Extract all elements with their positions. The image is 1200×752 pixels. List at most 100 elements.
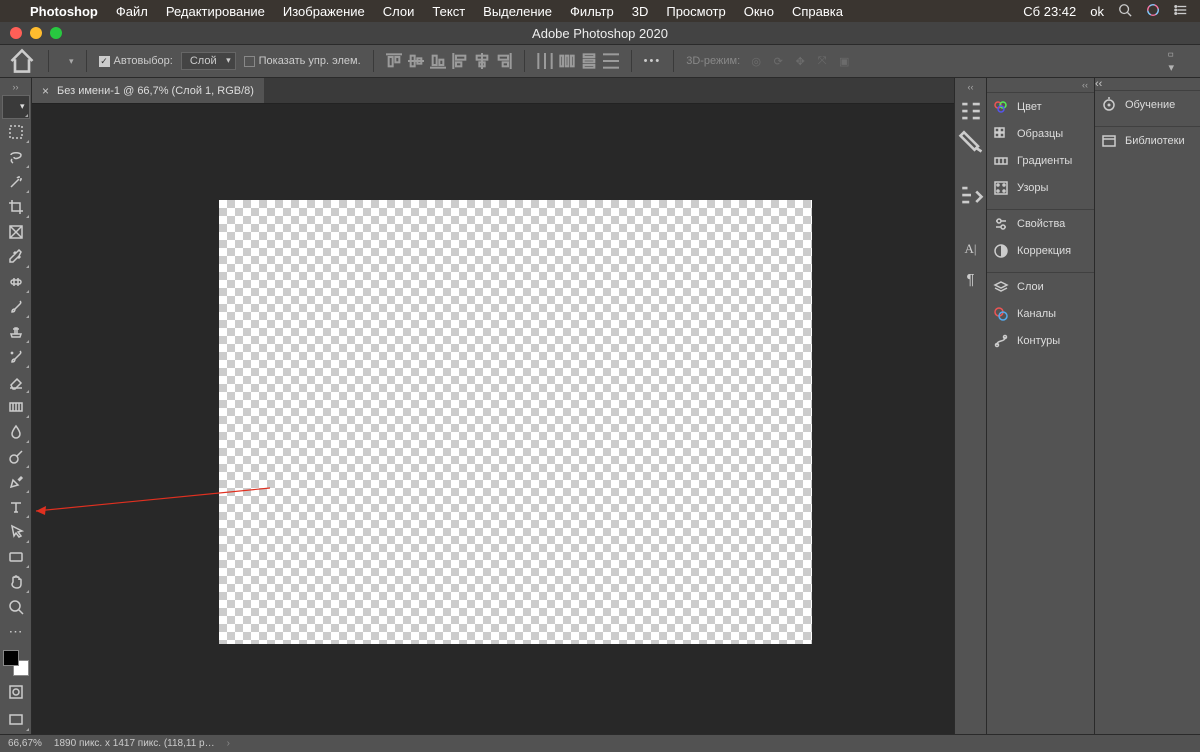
right-dock-strip-1: ‹‹ A| ¶ xyxy=(954,78,986,734)
paragraph-icon[interactable]: ¶ xyxy=(957,266,985,292)
panel-libraries[interactable]: Библиотеки xyxy=(1095,127,1200,154)
dock-collapse-button[interactable]: ‹‹ xyxy=(968,82,974,96)
path-selection-tool[interactable] xyxy=(2,520,30,544)
panel-channels[interactable]: Каналы xyxy=(987,300,1094,327)
menu-help[interactable]: Справка xyxy=(792,4,843,19)
gradient-tool[interactable] xyxy=(2,395,30,419)
align-top-icon xyxy=(386,53,402,69)
dist-h-icon xyxy=(537,53,553,69)
tools-expand-button[interactable]: ›› xyxy=(13,82,19,94)
document-tab[interactable]: × Без имени-1 @ 66,7% (Слой 1, RGB/8) xyxy=(32,78,264,103)
crop-tool[interactable] xyxy=(2,195,30,219)
menu-filter[interactable]: Фильтр xyxy=(570,4,614,19)
panel-patterns[interactable]: Узоры xyxy=(987,174,1094,201)
spotlight-icon[interactable] xyxy=(1118,3,1132,20)
menu-edit[interactable]: Редактирование xyxy=(166,4,265,19)
healing-brush-tool[interactable] xyxy=(2,270,30,294)
marquee-tool[interactable] xyxy=(2,120,30,144)
menu-select[interactable]: Выделение xyxy=(483,4,552,19)
align-hcenter-icon xyxy=(474,53,490,69)
autoselect-target-select[interactable]: Слой xyxy=(181,52,236,70)
menu-text[interactable]: Текст xyxy=(432,4,465,19)
autoselect-checkbox[interactable]: ✓Автовыбор: xyxy=(99,55,173,67)
document-area: × Без имени-1 @ 66,7% (Слой 1, RGB/8) xyxy=(32,78,954,734)
3d-mode-group[interactable]: ◎ ⟳ ✥ ⤧ ▣ xyxy=(748,53,852,69)
panel-swatches[interactable]: Образцы xyxy=(987,120,1094,147)
type-tool[interactable] xyxy=(2,495,30,519)
canvas-viewport[interactable] xyxy=(32,104,954,734)
history-icon[interactable] xyxy=(957,182,985,208)
siri-icon[interactable] xyxy=(1146,3,1160,20)
screen-mode-icon[interactable]: ▾ xyxy=(1168,49,1174,74)
menu-image[interactable]: Изображение xyxy=(283,4,365,19)
brush-tool[interactable] xyxy=(2,295,30,319)
more-align-icon[interactable]: ••• xyxy=(644,55,662,67)
menu-layers[interactable]: Слои xyxy=(383,4,415,19)
3d-slide-icon: ⤧ xyxy=(814,53,830,69)
document-tab-label: Без имени-1 @ 66,7% (Слой 1, RGB/8) xyxy=(57,85,254,97)
zoom-tool[interactable] xyxy=(2,595,30,619)
align-left-icon xyxy=(452,53,468,69)
quick-mask-button[interactable] xyxy=(2,680,30,704)
move-tool[interactable] xyxy=(2,95,30,119)
tools-panel: ›› ⋯ xyxy=(0,78,32,734)
window-titlebar: Adobe Photoshop 2020 xyxy=(0,22,1200,44)
dodge-tool[interactable] xyxy=(2,445,30,469)
3d-roll-icon: ⟳ xyxy=(770,53,786,69)
close-tab-button[interactable]: × xyxy=(42,84,49,98)
panel-adjustments[interactable]: Коррекция xyxy=(987,237,1094,264)
hand-tool[interactable] xyxy=(2,570,30,594)
panels2-collapse-button[interactable]: ‹‹ xyxy=(1095,78,1200,90)
panel-paths[interactable]: Контуры xyxy=(987,327,1094,354)
status-more-button[interactable]: › xyxy=(227,738,230,749)
panel-color[interactable]: Цвет xyxy=(987,93,1094,120)
menu-window[interactable]: Окно xyxy=(744,4,774,19)
3d-orbit-icon: ◎ xyxy=(748,53,764,69)
blur-tool[interactable] xyxy=(2,420,30,444)
window-minimize-button[interactable] xyxy=(30,27,42,39)
panel-gradients[interactable]: Градиенты xyxy=(987,147,1094,174)
magic-wand-tool[interactable] xyxy=(2,170,30,194)
3d-camera-icon: ▣ xyxy=(836,53,852,69)
menubar-list-icon[interactable] xyxy=(1174,3,1188,20)
window-zoom-button[interactable] xyxy=(50,27,62,39)
panels1-collapse-button[interactable]: ‹‹ xyxy=(987,78,1094,92)
status-zoom[interactable]: 66,67% xyxy=(8,738,42,749)
window-close-button[interactable] xyxy=(10,27,22,39)
app-name-menu[interactable]: Photoshop xyxy=(30,4,98,19)
screen-mode-button[interactable] xyxy=(2,708,30,732)
frame-tool[interactable] xyxy=(2,220,30,244)
foreground-color-swatch[interactable] xyxy=(3,650,19,666)
panels-dock-2: ‹‹ Обучение Библиотеки xyxy=(1094,78,1200,734)
3d-mode-label: 3D-режим: xyxy=(686,55,740,67)
clone-stamp-tool[interactable] xyxy=(2,320,30,344)
menubar-clock[interactable]: Сб 23:42 xyxy=(1023,4,1076,19)
status-dimensions[interactable]: 1890 пикс. x 1417 пикс. (118,11 p… xyxy=(54,738,215,749)
panel-learn[interactable]: Обучение xyxy=(1095,91,1200,118)
history-brush-tool[interactable] xyxy=(2,345,30,369)
lasso-tool[interactable] xyxy=(2,145,30,169)
brush-settings-icon[interactable] xyxy=(957,98,985,124)
panel-properties[interactable]: Свойства xyxy=(987,210,1094,237)
eraser-tool[interactable] xyxy=(2,370,30,394)
menu-file[interactable]: Файл xyxy=(116,4,148,19)
menu-view[interactable]: Просмотр xyxy=(666,4,725,19)
color-swatches[interactable] xyxy=(3,650,29,676)
panels-dock-1: ‹‹ Цвет Образцы Градиенты Узоры Свойства… xyxy=(986,78,1094,734)
menu-3d[interactable]: 3D xyxy=(632,4,649,19)
align-group[interactable] xyxy=(386,53,512,69)
eyedropper-tool[interactable] xyxy=(2,245,30,269)
character-icon[interactable]: A| xyxy=(957,236,985,262)
brushes-icon[interactable] xyxy=(957,128,985,154)
rectangle-tool[interactable] xyxy=(2,545,30,569)
panel-layers[interactable]: Слои xyxy=(987,273,1094,300)
show-transform-controls-checkbox[interactable]: Показать упр. элем. xyxy=(244,55,361,67)
menubar-user[interactable]: ok xyxy=(1090,4,1104,19)
3d-pan-icon: ✥ xyxy=(792,53,808,69)
window-title: Adobe Photoshop 2020 xyxy=(532,26,668,41)
canvas[interactable] xyxy=(219,200,812,644)
pen-tool[interactable] xyxy=(2,470,30,494)
distribute-group[interactable] xyxy=(537,53,619,69)
home-button[interactable] xyxy=(8,49,36,73)
edit-toolbar-button[interactable]: ⋯ xyxy=(2,620,30,644)
